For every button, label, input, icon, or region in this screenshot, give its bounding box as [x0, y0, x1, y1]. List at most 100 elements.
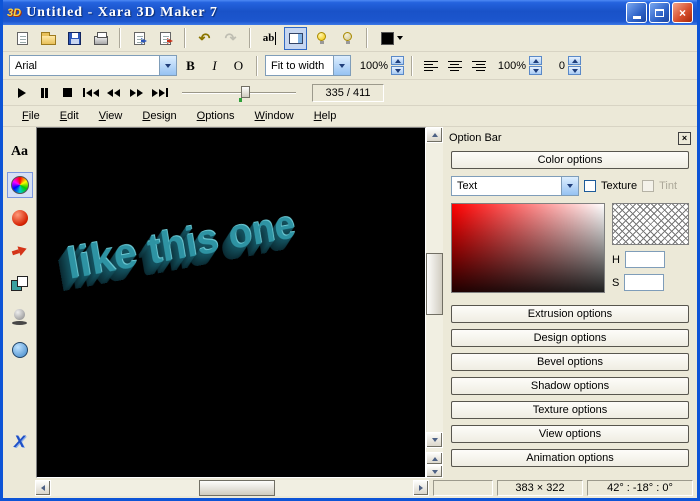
align-left-button[interactable]	[420, 55, 441, 76]
bold-button[interactable]: B	[180, 55, 201, 76]
import-button[interactable]	[128, 27, 151, 50]
baseline-value: 0	[545, 60, 567, 72]
toolbox-shadow-button[interactable]	[7, 304, 33, 330]
edit-text-button[interactable]: ab	[258, 27, 281, 50]
print-button[interactable]	[89, 27, 112, 50]
scroll-down-button[interactable]	[426, 432, 443, 448]
minimize-button[interactable]	[626, 2, 647, 23]
color-swatch-icon	[381, 32, 394, 45]
undo-button[interactable]: ↶	[193, 27, 216, 50]
align-right-button[interactable]	[468, 55, 489, 76]
zoom-mode-select[interactable]: Fit to width	[265, 55, 351, 76]
toolbox-texture-button[interactable]	[7, 337, 33, 363]
menu-file[interactable]: File	[13, 108, 49, 124]
align-center-button[interactable]	[444, 55, 465, 76]
baseline-down-button[interactable]	[568, 66, 581, 75]
play-icon	[18, 88, 26, 98]
italic-button[interactable]: I	[204, 55, 225, 76]
bevel-options-button[interactable]: Bevel options	[451, 353, 689, 371]
outline-button[interactable]: O	[228, 55, 249, 76]
animation-options-button[interactable]: Animation options	[451, 449, 689, 467]
undo-icon: ↶	[199, 31, 211, 45]
redo-icon: ↷	[225, 31, 237, 45]
redo-button[interactable]: ↷	[219, 27, 242, 50]
save-button[interactable]	[63, 27, 86, 50]
horizontal-scroll-track[interactable]	[51, 480, 413, 496]
color-target-select[interactable]: Text	[451, 176, 579, 196]
vertical-scrollbar[interactable]	[426, 127, 443, 478]
texture-options-button[interactable]: Texture options	[451, 401, 689, 419]
shadow-options-button[interactable]: Shadow options	[451, 377, 689, 395]
baseline-up-button[interactable]	[568, 56, 581, 65]
tracking-up-button[interactable]	[529, 56, 542, 65]
skip-end-button[interactable]	[149, 83, 170, 103]
zoom-value: 100%	[354, 60, 390, 72]
forward-button[interactable]	[126, 83, 147, 103]
rewind-button[interactable]	[103, 83, 124, 103]
swatch-dropdown-icon	[397, 36, 403, 40]
design-options-button[interactable]: Design options	[451, 329, 689, 347]
menu-design[interactable]: Design	[133, 108, 185, 124]
view-options-button[interactable]: View options	[451, 425, 689, 443]
skip-start-button[interactable]	[80, 83, 101, 103]
canvas[interactable]: like this one	[36, 127, 426, 478]
option-bar-close-button[interactable]: ×	[678, 132, 691, 145]
hue-input[interactable]	[625, 251, 665, 268]
up-arrow-icon	[395, 59, 401, 63]
slider-tick	[239, 98, 242, 102]
menu-window[interactable]: Window	[246, 108, 303, 124]
menu-view[interactable]: View	[90, 108, 132, 124]
color-gradient-field[interactable]	[451, 203, 605, 293]
down-arrow-icon	[432, 470, 438, 474]
menu-help[interactable]: Help	[305, 108, 346, 124]
play-button[interactable]	[11, 83, 32, 103]
option-bar-toggle-button[interactable]	[284, 27, 307, 50]
page-down-button[interactable]	[426, 465, 443, 478]
vertical-scroll-track[interactable]	[426, 143, 443, 432]
font-select[interactable]: Arial	[9, 55, 177, 76]
dropdown-arrow-icon[interactable]	[159, 56, 176, 75]
horizontal-scroll-thumb[interactable]	[199, 480, 275, 496]
background-color-button[interactable]	[375, 27, 409, 50]
menu-options[interactable]: Options	[188, 108, 244, 124]
close-button[interactable]: ×	[672, 2, 693, 23]
option-bar-title: Option Bar	[449, 132, 678, 144]
toolbox-bevel-button[interactable]	[7, 271, 33, 297]
frame-slider[interactable]	[182, 84, 296, 102]
toolbox-text-button[interactable]: Aa	[7, 139, 33, 165]
texture-swatch[interactable]	[612, 203, 689, 245]
maximize-button[interactable]	[649, 2, 670, 23]
dropdown-arrow-icon[interactable]	[333, 56, 350, 75]
new-button[interactable]	[11, 27, 34, 50]
pause-button[interactable]	[34, 83, 55, 103]
tracking-down-button[interactable]	[529, 66, 542, 75]
saturation-input[interactable]	[624, 274, 664, 291]
quality-button[interactable]	[336, 27, 359, 50]
open-button[interactable]	[37, 27, 60, 50]
vertical-scroll-thumb[interactable]	[426, 253, 443, 315]
scroll-right-button[interactable]	[413, 480, 429, 496]
menubar: File Edit View Design Options Window Hel…	[3, 106, 697, 127]
extrusion-options-button[interactable]: Extrusion options	[451, 305, 689, 323]
lights-button[interactable]	[310, 27, 333, 50]
menu-edit[interactable]: Edit	[51, 108, 88, 124]
page-up-button[interactable]	[426, 452, 443, 465]
3d-text[interactable]: like this one	[63, 201, 299, 289]
toolbox-extrusion-button[interactable]	[7, 205, 33, 231]
toolbox-color-button[interactable]	[7, 172, 33, 198]
texture-checkbox[interactable]	[584, 180, 596, 192]
zoom-down-button[interactable]	[391, 66, 404, 75]
new-document-icon	[17, 32, 28, 45]
toolbox-design-button[interactable]	[7, 238, 33, 264]
color-options-button[interactable]: Color options	[451, 151, 689, 169]
slider-thumb[interactable]	[241, 86, 250, 98]
hue-label: H	[612, 254, 620, 266]
scroll-up-button[interactable]	[426, 127, 443, 143]
red-sphere-icon	[12, 210, 28, 226]
stop-button[interactable]	[57, 83, 78, 103]
export-button[interactable]	[154, 27, 177, 50]
zoom-up-button[interactable]	[391, 56, 404, 65]
scroll-left-button[interactable]	[35, 480, 51, 496]
dropdown-arrow-icon[interactable]	[561, 177, 578, 195]
horizontal-scrollbar[interactable]	[35, 480, 429, 496]
